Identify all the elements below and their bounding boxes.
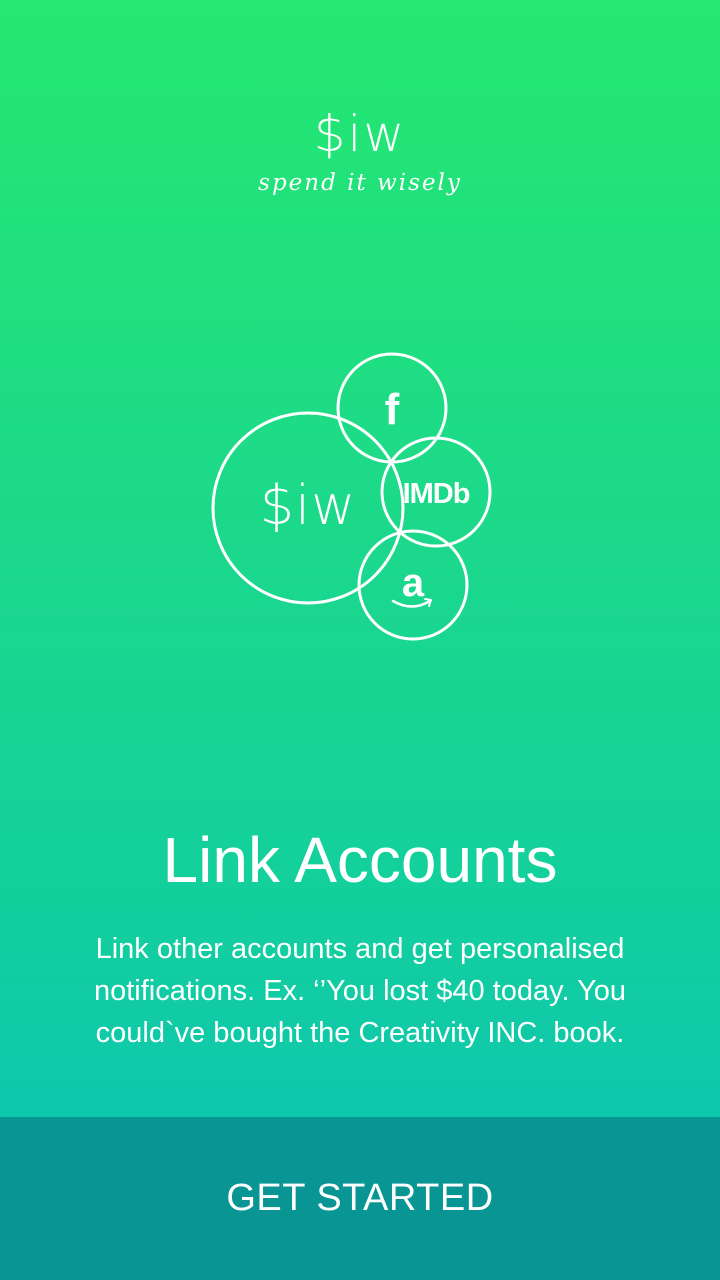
- siw-logo-icon: $iw: [260, 474, 357, 537]
- imdb-icon: IMDb: [403, 478, 470, 510]
- onboarding-screen: $iw spend it wisely $iw f IMDb a Link Ac…: [0, 0, 720, 1280]
- facebook-icon: f: [385, 385, 400, 434]
- page-title: Link Accounts: [162, 824, 558, 896]
- linked-accounts-illustration: $iw f IMDb a: [211, 352, 492, 641]
- app-logo: $iw: [313, 105, 407, 163]
- get-started-label: GET STARTED: [226, 1177, 494, 1219]
- amazon-icon: a: [402, 561, 425, 605]
- app-tagline: spend it wisely: [258, 170, 462, 196]
- linked-accounts-diagram: $iw f IMDb a: [200, 340, 510, 660]
- brand-header: $iw spend it wisely: [0, 104, 720, 198]
- get-started-button[interactable]: GET STARTED: [0, 1117, 720, 1280]
- page-description: Link other accounts and get personalised…: [93, 933, 627, 1049]
